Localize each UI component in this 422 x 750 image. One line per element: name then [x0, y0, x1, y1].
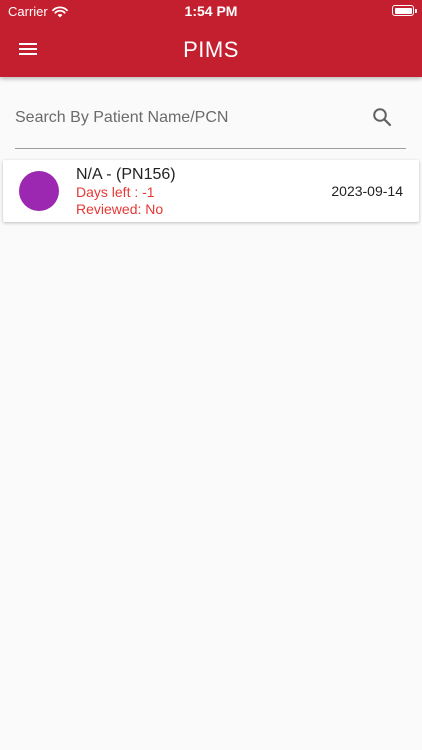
- search-input[interactable]: [15, 98, 355, 138]
- days-left-label: Days left : -1: [76, 184, 155, 200]
- search-icon[interactable]: [372, 107, 392, 127]
- status-time: 1:54 PM: [184, 3, 238, 19]
- patient-list: N/A - (PN156) Days left : -1 Reviewed: N…: [3, 160, 419, 222]
- avatar: [19, 171, 59, 211]
- patient-date: 2023-09-14: [331, 183, 403, 199]
- search-bar: [15, 98, 406, 149]
- battery-icon: [392, 5, 417, 16]
- patient-info: N/A - (PN156) Days left : -1 Reviewed: N…: [76, 165, 176, 218]
- reviewed-status: Reviewed: No: [76, 201, 164, 217]
- patient-card[interactable]: N/A - (PN156) Days left : -1 Reviewed: N…: [3, 160, 419, 222]
- app-header: Carrier 1:54 PM PIMS: [0, 0, 422, 77]
- status-bar: Carrier 1:54 PM: [0, 0, 422, 22]
- patient-title: N/A - (PN156): [76, 166, 176, 183]
- page-title: PIMS: [183, 37, 239, 62]
